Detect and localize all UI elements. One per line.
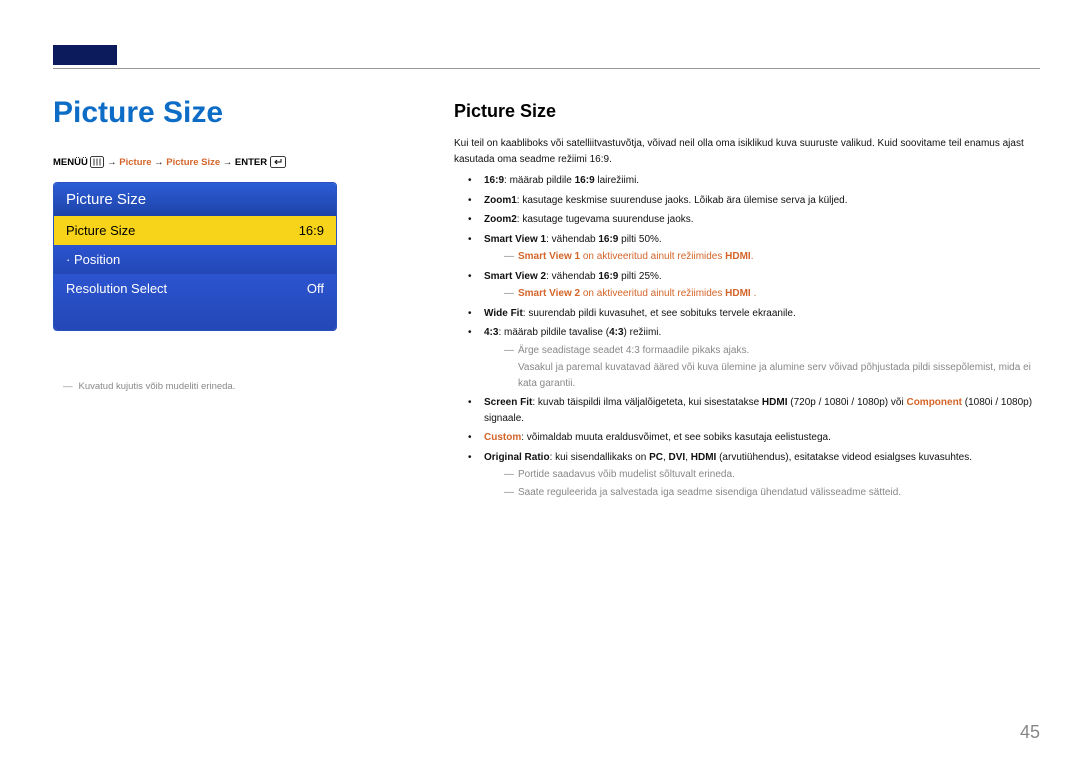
opt-name: 4:3: [484, 327, 498, 338]
osd-row-position[interactable]: Position: [54, 245, 336, 274]
osd-menu: Picture Size Picture Size 16:9 Position …: [53, 182, 337, 331]
sub-note-body: Vasakul ja paremal kuvatavad ääred või k…: [518, 360, 1040, 391]
breadcrumb-enter: ENTER: [235, 157, 267, 168]
sub-note: Smart View 2 on aktiveeritud ainult reži…: [504, 286, 1040, 302]
list-item: 4:3: määrab pildile tavalise (4:3) režii…: [468, 325, 1040, 391]
page-title-left: Picture Size: [53, 96, 223, 130]
opt-name: Original Ratio: [484, 452, 550, 463]
menu-grid-icon: [90, 156, 104, 168]
header-rule: [53, 68, 1040, 69]
list-item: Custom: võimaldab muuta eraldusvõimet, e…: [468, 430, 1040, 446]
sub-note: Smart View 1 on aktiveeritud ainult reži…: [504, 249, 1040, 265]
osd-title: Picture Size: [54, 183, 336, 216]
opt-name: 16:9: [484, 175, 504, 186]
opt-name: Smart View 1: [484, 234, 546, 245]
list-item: Zoom2: kasutage tugevama suurenduse jaok…: [468, 212, 1040, 228]
list-item: Screen Fit: kuvab täispildi ilma väljalõ…: [468, 395, 1040, 426]
image-note: Kuvatud kujutis võib mudeliti erineda.: [63, 381, 235, 392]
opt-name: Wide Fit: [484, 308, 523, 319]
osd-row-label: Resolution Select: [66, 281, 167, 296]
osd-row-value: Off: [307, 281, 324, 296]
opt-name: Zoom2: [484, 214, 517, 225]
osd-row-picture-size[interactable]: Picture Size 16:9: [54, 216, 336, 245]
sub-note: Saate reguleerida ja salvestada iga sead…: [504, 485, 1040, 501]
breadcrumb-picture: Picture: [119, 157, 151, 168]
breadcrumb-arrow: →: [154, 157, 164, 168]
osd-row-label: Position: [66, 252, 120, 267]
list-item: 16:9: määrab pildile 16:9 lairežiimi.: [468, 173, 1040, 189]
opt-name: Screen Fit: [484, 397, 532, 408]
osd-row-value: 16:9: [299, 223, 324, 238]
list-item: Zoom1: kasutage keskmise suurenduse jaok…: [468, 193, 1040, 209]
list-item: Smart View 2: vähendab 16:9 pilti 25%. S…: [468, 269, 1040, 302]
opt-name: Zoom1: [484, 195, 517, 206]
osd-row-label: Picture Size: [66, 223, 135, 238]
opt-name: Smart View 2: [484, 271, 546, 282]
enter-icon: [270, 156, 286, 168]
breadcrumb-arrow: →: [223, 157, 233, 168]
breadcrumb-picture-size: Picture Size: [166, 157, 220, 168]
page-number: 45: [1020, 722, 1040, 743]
page-title-right: Picture Size: [454, 101, 556, 122]
sub-note: Ärge seadistage seadet 4:3 formaadile pi…: [504, 343, 1040, 359]
body-text: Kui teil on kaabliboks või satelliitvast…: [454, 136, 1040, 504]
list-item: Smart View 1: vähendab 16:9 pilti 50%. S…: [468, 232, 1040, 265]
options-list: 16:9: määrab pildile 16:9 lairežiimi. Zo…: [468, 173, 1040, 500]
opt-name: Custom: [484, 432, 521, 443]
breadcrumb: MENÜÜ → Picture → Picture Size → ENTER: [53, 156, 286, 168]
manual-page: Picture Size Picture Size MENÜÜ → Pictur…: [0, 0, 1080, 763]
osd-row-resolution-select[interactable]: Resolution Select Off: [54, 274, 336, 330]
breadcrumb-menu: MENÜÜ: [53, 157, 88, 168]
sub-note: Portide saadavus võib mudelist sõltuvalt…: [504, 467, 1040, 483]
list-item: Original Ratio: kui sisendallikaks on PC…: [468, 450, 1040, 501]
list-item: Wide Fit: suurendab pildi kuvasuhet, et …: [468, 306, 1040, 322]
intro-paragraph: Kui teil on kaabliboks või satelliitvast…: [454, 136, 1040, 167]
breadcrumb-arrow: →: [107, 157, 117, 168]
header-accent-bar: [53, 45, 117, 65]
